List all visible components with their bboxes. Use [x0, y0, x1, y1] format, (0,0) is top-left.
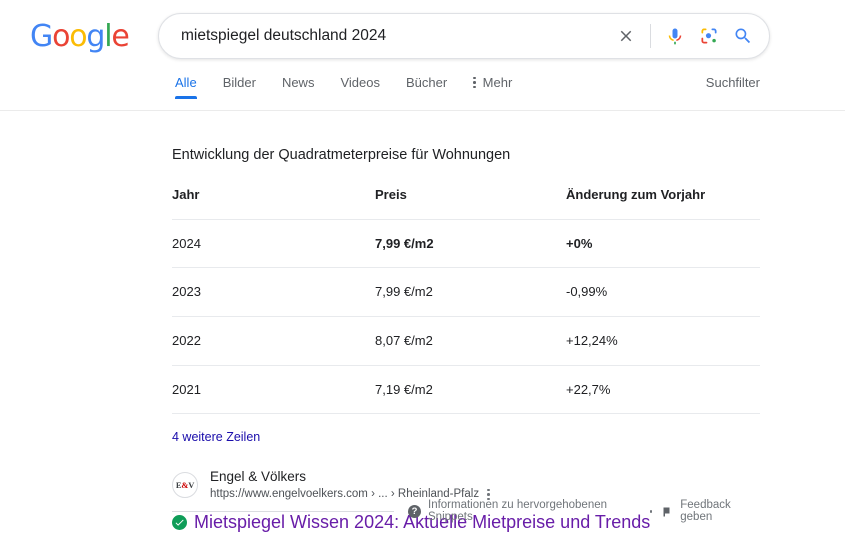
- search-filters-button[interactable]: Suchfilter: [706, 76, 760, 89]
- tab-news[interactable]: News: [269, 76, 328, 99]
- lens-camera-icon: [701, 28, 717, 44]
- tab-list: Alle Bilder News Videos Bücher Mehr: [175, 76, 525, 99]
- search-bar[interactable]: [158, 13, 770, 59]
- cell-aenderung: +12,24%: [566, 316, 760, 366]
- table-row: 2022 8,07 €/m2 +12,24%: [172, 316, 760, 366]
- table-row: 2024 7,99 €/m2 +0%: [172, 219, 760, 269]
- cell-jahr: 2021: [172, 365, 375, 415]
- column-header-preis: Preis: [375, 186, 566, 220]
- header-divider: [0, 110, 845, 111]
- cell-jahr: 2023: [172, 267, 375, 318]
- tab-alle[interactable]: Alle: [175, 76, 210, 99]
- logo-letter-G: G: [30, 19, 53, 54]
- clear-search-button[interactable]: [609, 19, 643, 53]
- cell-aenderung: +0%: [566, 219, 760, 269]
- search-tabs: Alle Bilder News Videos Bücher Mehr Such…: [0, 76, 845, 110]
- logo-letter-o2: o: [69, 19, 87, 54]
- favicon-letter-v: V: [188, 480, 195, 491]
- site-name: Engel & Völkers: [210, 469, 307, 485]
- cell-preis: 8,07 €/m2: [375, 316, 566, 366]
- result-source: E & V Engel & Völkers https://www.engelvoe…: [172, 468, 760, 502]
- tab-more-button[interactable]: Mehr: [460, 76, 525, 99]
- logo-letter-o1: o: [52, 19, 70, 54]
- more-rows-link[interactable]: 4 weitere Zeilen: [172, 430, 260, 444]
- site-favicon: E & V: [172, 472, 198, 499]
- table-body: 2024 7,99 €/m2 +0% 2023 7,99 €/m2 -0,99%…: [172, 219, 760, 415]
- tab-videos[interactable]: Videos: [327, 76, 393, 99]
- column-header-aenderung: Änderung zum Vorjahr: [566, 186, 760, 220]
- featured-snippet: Entwicklung der Quadratmeterpreise für W…: [172, 146, 760, 535]
- snippet-footer: ? Informationen zu hervorgehobenen Snipp…: [172, 499, 760, 523]
- tab-bilder[interactable]: Bilder: [210, 76, 269, 99]
- feedback-link[interactable]: Feedback geben: [661, 499, 760, 523]
- table-row: 2021 7,19 €/m2 +22,7%: [172, 365, 760, 415]
- tab-buecher[interactable]: Bücher: [393, 76, 460, 99]
- search-icon: [735, 28, 751, 44]
- search-submit-button[interactable]: [726, 19, 760, 53]
- search-header: Google mietspiegel deutschland 2024 Alle…: [0, 0, 845, 111]
- cell-aenderung: +22,7%: [566, 365, 760, 415]
- logo-letter-e: e: [111, 19, 129, 54]
- close-icon: [620, 30, 632, 42]
- feedback-label: Feedback geben: [680, 499, 731, 523]
- footer-links: ? Informationen zu hervorgehobenen Snipp…: [394, 499, 760, 523]
- snippet-info-label: Informationen zu hervorgehobenen Snippet…: [428, 499, 608, 523]
- column-header-jahr: Jahr: [172, 186, 375, 220]
- cell-preis: 7,99 €/m2: [375, 267, 566, 318]
- cell-preis: 7,19 €/m2: [375, 365, 566, 415]
- favicon-ampersand: &: [181, 480, 189, 491]
- logo-letter-g: g: [86, 19, 105, 54]
- google-search-results-page: Google mietspiegel deutschland 2024 Alle…: [0, 0, 845, 537]
- google-lens-button[interactable]: [692, 19, 726, 53]
- search-input[interactable]: [159, 27, 609, 45]
- google-logo[interactable]: Google: [30, 19, 130, 54]
- more-vertical-dots-icon: [473, 76, 476, 89]
- snippet-title: Entwicklung der Quadratmeterpreise für W…: [172, 147, 511, 163]
- cell-aenderung: -0,99%: [566, 267, 760, 318]
- snippet-info-link[interactable]: ? Informationen zu hervorgehobenen Snipp…: [408, 499, 641, 523]
- footer-separator-dot: [649, 510, 653, 513]
- tab-more-label: Mehr: [482, 75, 513, 90]
- cell-preis: 7,99 €/m2: [375, 219, 566, 269]
- cell-jahr: 2022: [172, 316, 375, 366]
- footer-divider: [172, 511, 394, 512]
- flag-icon: [663, 507, 670, 516]
- snippet-table: Jahr Preis Änderung zum Vorjahr 2024 7,9…: [172, 186, 760, 415]
- table-head: Jahr Preis Änderung zum Vorjahr: [172, 186, 760, 220]
- microphone-icon: [668, 28, 682, 45]
- voice-search-button[interactable]: [658, 19, 692, 53]
- table-header-row: Jahr Preis Änderung zum Vorjahr: [172, 186, 760, 220]
- table-row: 2023 7,99 €/m2 -0,99%: [172, 267, 760, 318]
- search-divider: [650, 24, 651, 48]
- site-meta: Engel & Völkers https://www.engelvoelker…: [210, 468, 492, 502]
- cell-jahr: 2024: [172, 219, 375, 269]
- help-question-icon: ?: [408, 505, 421, 518]
